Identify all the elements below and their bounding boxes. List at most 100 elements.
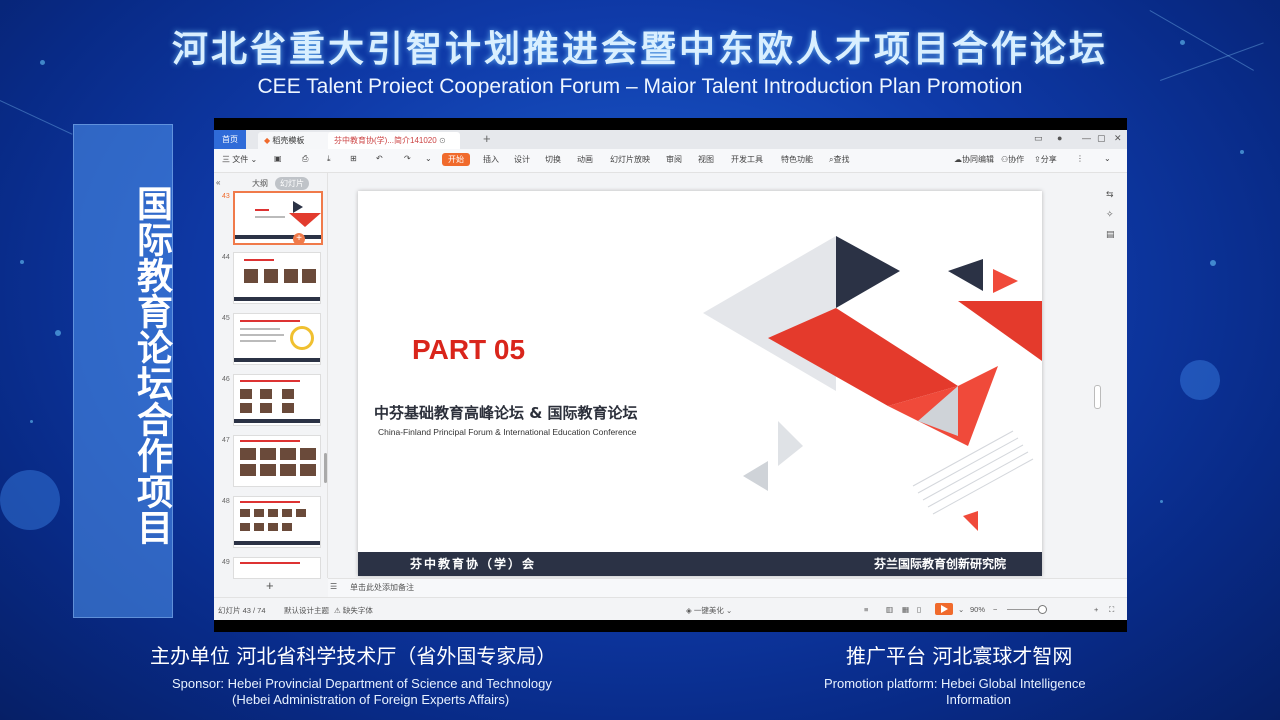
collapse-ribbon-icon[interactable]: ⌄ xyxy=(1104,154,1111,163)
zoom-out-icon[interactable]: − xyxy=(993,605,997,614)
slide-thumbnail[interactable] xyxy=(233,252,321,304)
ribbon-tab-slideshow[interactable]: 幻灯片放映 xyxy=(610,154,650,165)
zoom-in-icon[interactable]: + xyxy=(1094,605,1098,614)
zoom-level[interactable]: 90% xyxy=(970,605,985,614)
save-icon[interactable]: ▣ xyxy=(274,154,282,163)
slide-number: 45 xyxy=(222,315,230,322)
ribbon-tab-special[interactable]: 特色功能 xyxy=(781,154,813,165)
maximize-icon[interactable]: ▢ xyxy=(1097,133,1106,144)
slide-thumbnail[interactable] xyxy=(233,435,321,487)
slide-number: 47 xyxy=(222,437,230,444)
slide-number: 49 xyxy=(222,559,230,566)
collab-button[interactable]: ⚇协作 xyxy=(1001,154,1024,165)
share-icon: ⇪ xyxy=(1034,155,1041,164)
tab-slides[interactable]: 幻灯片 xyxy=(275,177,309,190)
slide-count: 幻灯片 43 / 74 xyxy=(218,606,266,615)
ribbon-tab-review[interactable]: 审阅 xyxy=(666,154,682,165)
minimize-icon[interactable]: — xyxy=(1082,133,1091,143)
slide-number: 48 xyxy=(222,498,230,505)
slide-title-en: China-Finland Principal Forum & Internat… xyxy=(378,427,637,437)
menu-icon[interactable]: ≡ xyxy=(864,605,868,614)
fit-window-icon[interactable]: ⛶ xyxy=(1109,605,1114,615)
slide-thumbnail[interactable] xyxy=(233,496,321,548)
notes-area[interactable]: 单击此处添加备注 ☰ xyxy=(328,578,1127,597)
collab-label: 协作 xyxy=(1008,155,1025,164)
beautify-icon: ◈ xyxy=(686,606,692,615)
avatar[interactable]: ● xyxy=(1057,133,1062,143)
undo-icon[interactable]: ↶ xyxy=(376,154,383,163)
add-slide-button[interactable]: + xyxy=(266,578,274,593)
play-dropdown-icon[interactable]: ⌄ xyxy=(958,605,964,614)
reading-view-icon[interactable]: ▯ xyxy=(917,605,921,614)
ribbon-tab-design[interactable]: 设计 xyxy=(514,154,530,165)
slide-thumbnail-pane: « 大纲 幻灯片 43 + 44 45 46 47 48 49 xyxy=(214,173,328,579)
grid-view-icon[interactable]: ▦ xyxy=(902,605,909,614)
sponsor-cn: 主办单位 河北省科学技术厅（省外国专家局） xyxy=(150,644,557,668)
collapse-pane-icon[interactable]: « xyxy=(216,178,220,187)
redo-icon[interactable]: ↷ xyxy=(404,154,411,163)
thumbnail-scrollbar[interactable] xyxy=(324,453,327,483)
warning-icon: ⚠ xyxy=(334,606,341,615)
platform-en-line1: Promotion platform: Hebei Global Intelli… xyxy=(824,676,1086,691)
banner-subtitle: CEE Talent Proiect Cooperation Forum – M… xyxy=(257,75,1023,98)
add-slide-icon[interactable]: + xyxy=(293,233,305,245)
platform-en-line2: Information xyxy=(946,692,1012,707)
close-icon[interactable]: ⊙ xyxy=(439,136,446,145)
slide-title-cn: 中芬基础教育高峰论坛 & 国际教育论坛 xyxy=(374,404,638,422)
missing-font-button[interactable]: ⚠ 缺失字体 xyxy=(334,605,373,616)
slide-thumbnail[interactable]: + xyxy=(233,191,323,245)
slide-thumbnail[interactable] xyxy=(233,313,321,365)
beautify-button[interactable]: ◈ 一键美化 ⌄ xyxy=(686,605,732,616)
share-button[interactable]: ⇪分享 xyxy=(1034,154,1057,165)
sponsor-en-line1: Sponsor: Hebei Provincial Department of … xyxy=(172,676,552,691)
tab-home[interactable]: 首页 xyxy=(214,130,246,149)
slide-footer-bar: 芬中教育协（学）会 芬兰国际教育创新研究院 xyxy=(358,552,1042,576)
slide-thumbnail[interactable] xyxy=(233,557,321,579)
platform-cn: 推广平台 河北寰球才智网 xyxy=(846,644,1073,668)
ribbon-tab-view[interactable]: 视图 xyxy=(698,154,714,165)
tab-template[interactable]: ◆ 稻壳模板 xyxy=(258,132,336,149)
collab-edit-button[interactable]: ☁协同编辑 xyxy=(954,154,994,165)
export-icon[interactable]: ⤓ xyxy=(327,154,331,164)
tab-outline[interactable]: 大纲 xyxy=(252,178,268,189)
beautify-label: 一键美化 ⌄ xyxy=(693,606,733,615)
style-icon[interactable]: ✧ xyxy=(1106,209,1116,220)
missing-font-label: 缺失字体 xyxy=(342,606,373,615)
ribbon-tab-insert[interactable]: 插入 xyxy=(483,154,499,165)
ribbon-tab-animation[interactable]: 动画 xyxy=(577,154,593,165)
layout-icon[interactable]: ▤ xyxy=(1106,229,1116,240)
print-icon[interactable]: ⎙ xyxy=(302,154,308,164)
play-slideshow-button[interactable] xyxy=(935,603,953,615)
window-close-icon[interactable]: ✕ xyxy=(1114,133,1122,144)
preview-icon[interactable]: ⊞ xyxy=(350,154,357,163)
more-icon[interactable]: ⌄ xyxy=(425,154,432,163)
slide-part-label: PART 05 xyxy=(412,334,526,365)
slide-number: 46 xyxy=(222,376,230,383)
status-bar: 幻灯片 43 / 74 默认设计主题 ⚠ 缺失字体 ◈ 一键美化 ⌄ ≡ ▥ ▦… xyxy=(214,597,1127,620)
sponsor-en-line2: (Hebei Administration of Foreign Experts… xyxy=(232,692,510,707)
slide-number: 44 xyxy=(222,254,230,261)
slide-footer-left: 芬中教育协（学）会 xyxy=(410,557,537,571)
slide-canvas: PART 05 中芬基础教育高峰论坛 & 国际教育论坛 China-Finlan… xyxy=(328,173,1127,578)
ribbon-tab-dev[interactable]: 开发工具 xyxy=(731,154,763,165)
current-slide[interactable]: PART 05 中芬基础教育高峰论坛 & 国际教育论坛 China-Finlan… xyxy=(358,191,1042,576)
window-list-icon[interactable]: ▭ xyxy=(1034,133,1043,144)
share-label: 分享 xyxy=(1040,155,1057,164)
search-button[interactable]: ⌕查找 xyxy=(829,154,849,165)
tab-template-label: 稻壳模板 xyxy=(272,136,305,145)
canvas-scrollbar[interactable] xyxy=(1094,385,1101,409)
tab-bar: 首页 ◆ 稻壳模板 芬中教育协(学)...简介141020 ⊙ + ▭ ● — … xyxy=(214,130,1127,149)
tab-document[interactable]: 芬中教育协(学)...简介141020 ⊙ xyxy=(328,132,460,149)
document-tab-label: 芬中教育协(学)...简介141020 xyxy=(334,136,437,145)
notes-icon: ☰ xyxy=(330,582,338,591)
slide-thumbnail[interactable] xyxy=(233,374,321,426)
normal-view-icon[interactable]: ▥ xyxy=(886,605,893,614)
new-tab-icon[interactable]: + xyxy=(483,131,491,146)
menu-file[interactable]: 三 文件 ⌄ xyxy=(222,154,257,165)
adjust-icon[interactable]: ⇆ xyxy=(1106,189,1116,200)
ribbon-tab-start[interactable]: 开始 xyxy=(442,153,470,166)
zoom-slider-knob[interactable] xyxy=(1038,605,1047,614)
ribbon-tab-transition[interactable]: 切换 xyxy=(545,154,561,165)
more-options-icon[interactable]: ⋮ xyxy=(1076,154,1084,163)
search-label: 查找 xyxy=(833,155,850,164)
